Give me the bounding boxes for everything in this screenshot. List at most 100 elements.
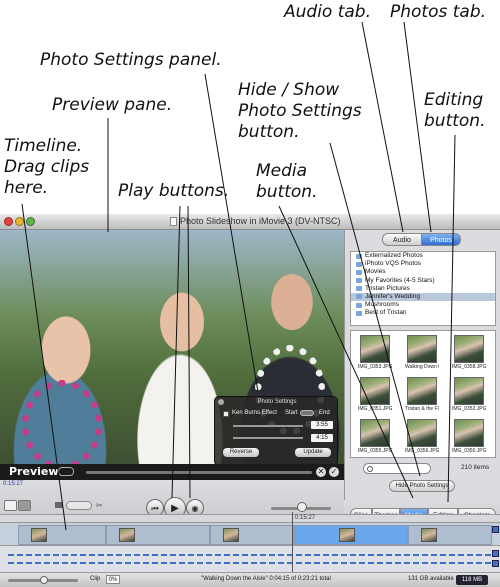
photo-item[interactable]: IMG_0351.JPG bbox=[358, 377, 392, 415]
ruler-timecode: 0:15:27 bbox=[295, 515, 316, 521]
video-track-checkbox[interactable] bbox=[492, 526, 499, 533]
window-title: Photo Slideshow in iMovie 3 (DV-NTSC) bbox=[180, 216, 341, 226]
photo-thumbnail bbox=[407, 419, 437, 447]
photo-item[interactable]: IMG_0353.JPG bbox=[358, 335, 392, 373]
preview-pane: Photo Settings Ken Burns Effect Start En… bbox=[0, 230, 344, 480]
start-label: Start bbox=[285, 410, 298, 416]
timeline-zoom-knob[interactable] bbox=[40, 576, 48, 584]
photo-item[interactable]: IMG_0355.JPG bbox=[358, 419, 392, 457]
timeline-clip[interactable] bbox=[210, 525, 294, 545]
photo-caption: Walking Down t... bbox=[405, 364, 439, 370]
video-track[interactable] bbox=[0, 522, 500, 546]
photo-thumbnail bbox=[360, 419, 390, 447]
ken-burns-label: Ken Burns Effect bbox=[232, 410, 277, 416]
audio-track-2-checkbox[interactable] bbox=[492, 560, 499, 567]
tab-photos[interactable]: Photos bbox=[421, 233, 461, 246]
trash-size-button[interactable]: 118 MB bbox=[456, 575, 488, 585]
photo-item[interactable]: IMG_0356.JPG bbox=[405, 419, 439, 457]
close-window-button[interactable] bbox=[4, 217, 13, 226]
album-item[interactable]: Tristan Pictures bbox=[351, 285, 495, 293]
album-item[interactable]: Externalized Photos bbox=[351, 252, 495, 260]
callout-audio-tab: Audio tab. bbox=[284, 2, 372, 22]
photo-caption: IMG_0356.JPG bbox=[405, 448, 439, 454]
minimize-window-button[interactable] bbox=[15, 217, 24, 226]
cancel-icon[interactable]: ✕ bbox=[316, 467, 326, 477]
photo-settings-panel: Photo Settings Ken Burns Effect Start En… bbox=[214, 396, 338, 466]
photo-item[interactable]: IMG_0350.JPG bbox=[452, 419, 486, 457]
audio-tracks[interactable] bbox=[0, 546, 500, 572]
photo-caption: IMG_0351.JPG bbox=[358, 406, 392, 412]
document-icon bbox=[170, 217, 177, 226]
photo-item[interactable]: Walking Down t... bbox=[405, 335, 439, 373]
status-bar: Clip 0% "Walking Down the Aisle" 0:04:15… bbox=[0, 572, 500, 587]
zoom-slider[interactable] bbox=[233, 437, 303, 439]
album-item[interactable]: Mushrooms bbox=[351, 301, 495, 309]
start-end-toggle[interactable] bbox=[300, 410, 314, 416]
hide-photo-settings-button[interactable]: Hide Photo Settings bbox=[389, 480, 455, 492]
callout-preview-pane: Preview pane. bbox=[52, 95, 173, 115]
zoom-field[interactable]: 4:15 bbox=[311, 434, 333, 442]
photo-caption: IMG_0353.JPG bbox=[358, 364, 392, 370]
callout-play-buttons: Play buttons. bbox=[118, 181, 230, 201]
photo-settings-title: Photo Settings bbox=[257, 399, 297, 405]
photo-thumbnail bbox=[454, 419, 484, 447]
album-item[interactable]: My Favorites (4-5 Stars) bbox=[351, 277, 495, 285]
duration-slider[interactable] bbox=[233, 425, 303, 427]
timeline-clip-selected[interactable] bbox=[294, 525, 408, 545]
search-input[interactable] bbox=[363, 463, 431, 474]
photo-caption: IMG_0355.JPG bbox=[358, 448, 392, 454]
timeline-ruler[interactable]: 0:15:27 bbox=[0, 514, 500, 522]
current-timecode: 0:15:27 bbox=[3, 481, 24, 487]
timeline-clip[interactable] bbox=[408, 525, 492, 545]
preview-bar: Preview ✕ ✓ bbox=[0, 464, 344, 480]
clip-speed-field[interactable]: 0% bbox=[106, 575, 120, 584]
leader-audio-tab bbox=[361, 21, 404, 233]
clip-thumbnail bbox=[223, 528, 239, 542]
album-item[interactable]: iPhoto VQS Photos bbox=[351, 260, 495, 268]
clip-thumbnail bbox=[421, 528, 437, 542]
photo-caption: Tristan & the Fl... bbox=[405, 406, 439, 412]
timeline-clip[interactable] bbox=[106, 525, 210, 545]
photo-thumbnail bbox=[360, 335, 390, 363]
album-list: Externalized Photos iPhoto VQS Photos Mo… bbox=[350, 251, 496, 326]
ken-burns-checkbox[interactable] bbox=[223, 411, 229, 417]
clip-thumbnail bbox=[119, 528, 135, 542]
camera-edit-mode-switch[interactable] bbox=[66, 501, 92, 510]
lei-decoration bbox=[22, 380, 102, 470]
photo-thumbnail bbox=[407, 377, 437, 405]
title-bar: Photo Slideshow in iMovie 3 (DV-NTSC) bbox=[0, 214, 500, 230]
duration-field[interactable]: 3:55 bbox=[311, 421, 333, 429]
playhead[interactable] bbox=[292, 512, 293, 580]
album-item-selected[interactable]: Jennifer's Wedding bbox=[351, 292, 495, 302]
photo-thumbnail bbox=[407, 335, 437, 363]
clip-viewer-button[interactable] bbox=[4, 500, 17, 511]
zoom-window-button[interactable] bbox=[26, 217, 35, 226]
scissors-icon: ✂ bbox=[96, 501, 103, 510]
disk-available: 131 GB available bbox=[408, 576, 454, 582]
tab-audio[interactable]: Audio bbox=[382, 233, 422, 246]
audio-track-1[interactable] bbox=[8, 554, 492, 556]
end-label: End bbox=[319, 410, 330, 416]
imovie-window: Photo Slideshow in iMovie 3 (DV-NTSC) Ph… bbox=[0, 214, 500, 587]
callout-editing-button: Editing button. bbox=[424, 90, 486, 131]
volume-slider-knob[interactable] bbox=[297, 502, 307, 512]
photo-thumbnail bbox=[360, 377, 390, 405]
callout-photos-tab: Photos tab. bbox=[390, 2, 487, 22]
clip-thumbnail bbox=[339, 528, 355, 542]
audio-track-2[interactable] bbox=[8, 562, 492, 564]
album-item[interactable]: Movies bbox=[351, 268, 495, 276]
reverse-button[interactable]: Reverse bbox=[223, 448, 259, 457]
scrubber-bar[interactable] bbox=[86, 471, 312, 474]
photo-item[interactable]: Tristan & the Fl... bbox=[405, 377, 439, 415]
camera-mode-icon[interactable] bbox=[58, 467, 74, 476]
album-item[interactable]: Best of Tristan bbox=[351, 309, 495, 317]
audio-track-1-checkbox[interactable] bbox=[492, 550, 499, 557]
update-button[interactable]: Update bbox=[295, 448, 331, 457]
camera-icon bbox=[55, 502, 63, 508]
timeline-viewer-button[interactable] bbox=[18, 500, 31, 511]
photo-item[interactable]: IMG_0358.JPG bbox=[452, 335, 486, 373]
photo-item[interactable]: IMG_0352.JPG bbox=[452, 377, 486, 415]
timeline-clip[interactable] bbox=[18, 525, 106, 545]
photo-caption: IMG_0358.JPG bbox=[452, 364, 486, 370]
check-icon[interactable]: ✓ bbox=[329, 467, 339, 477]
